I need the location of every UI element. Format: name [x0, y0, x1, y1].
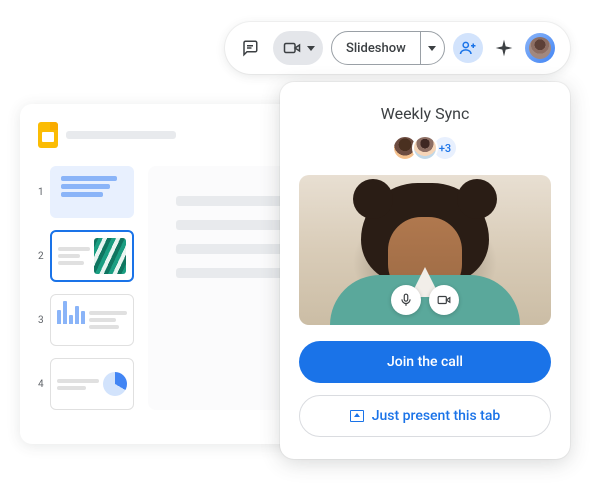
slide-thumb[interactable]: 1: [38, 166, 134, 218]
sparkle-icon: [494, 38, 514, 58]
present-icon: [350, 410, 364, 422]
present-tab-label: Just present this tab: [372, 408, 501, 424]
meeting-title: Weekly Sync: [381, 104, 470, 123]
slide-thumb[interactable]: 2: [38, 230, 134, 282]
slide-number: 2: [38, 251, 44, 262]
slide-thumb[interactable]: 3: [38, 294, 134, 346]
comment-icon: [241, 39, 259, 57]
doc-title-placeholder: [66, 131, 176, 139]
caret-down-icon: [307, 46, 315, 51]
slide-thumbnails: 1 2 3: [38, 166, 134, 410]
mute-button[interactable]: [391, 285, 421, 315]
caret-down-icon: [428, 46, 436, 51]
slides-logo-icon: [38, 122, 58, 148]
gemini-button[interactable]: [491, 35, 517, 61]
microphone-icon: [399, 293, 413, 307]
top-toolbar: Slideshow: [225, 22, 570, 74]
present-tab-button[interactable]: Just present this tab: [299, 395, 551, 437]
camera-button[interactable]: [429, 285, 459, 315]
slideshow-dropdown[interactable]: [420, 32, 444, 64]
account-avatar[interactable]: [525, 33, 555, 63]
comments-button[interactable]: [235, 33, 265, 63]
slide-number: 1: [38, 187, 44, 198]
slide-number: 3: [38, 315, 44, 326]
self-video-preview: [299, 175, 551, 325]
person-add-icon: [459, 39, 477, 57]
video-icon: [437, 293, 451, 307]
slide-number: 4: [38, 379, 44, 390]
participant-avatar: [412, 135, 438, 161]
participant-avatars: +3: [392, 135, 458, 161]
join-call-button[interactable]: Join the call: [299, 341, 551, 383]
join-call-label: Join the call: [387, 354, 463, 370]
slide-thumb[interactable]: 4: [38, 358, 134, 410]
meet-panel: Weekly Sync +3 Join the call Just presen…: [280, 82, 570, 459]
slideshow-button[interactable]: Slideshow: [331, 31, 445, 65]
slideshow-label: Slideshow: [332, 32, 420, 64]
meet-video-button[interactable]: [273, 31, 323, 65]
video-icon: [283, 39, 301, 57]
share-button[interactable]: [453, 33, 483, 63]
